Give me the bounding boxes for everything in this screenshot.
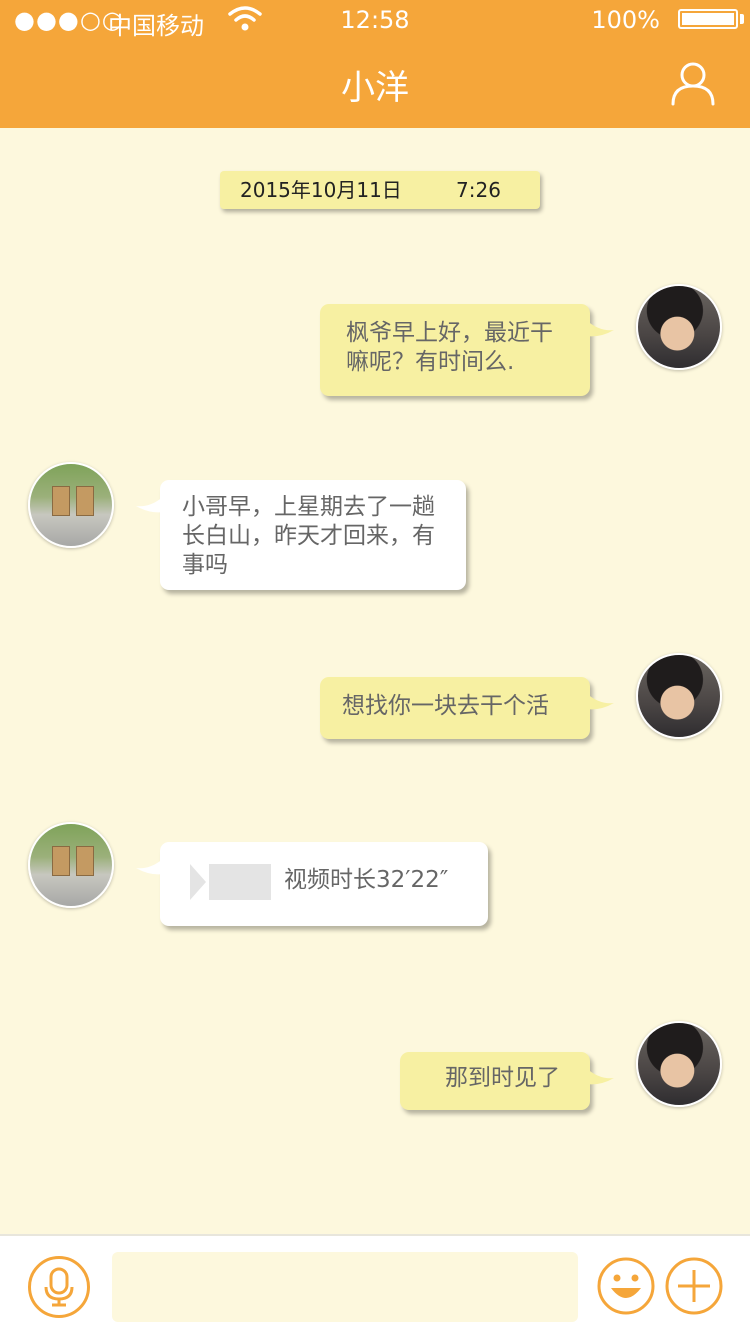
status-bar: ●●●○○ 中国移动 12:58 100% bbox=[0, 0, 750, 40]
message-text: 想找你一块去干个活 bbox=[342, 693, 549, 719]
time-text: 7:26 bbox=[456, 178, 501, 202]
page-title: 小洋 bbox=[341, 68, 409, 108]
input-bar bbox=[0, 1234, 750, 1334]
battery-cap bbox=[740, 14, 744, 24]
message-text: 事吗 bbox=[182, 552, 228, 578]
date-stamp: 2015年10月11日 7:26 bbox=[220, 171, 540, 209]
bubble-tail bbox=[586, 1068, 614, 1085]
my-avatar[interactable] bbox=[636, 653, 722, 739]
message-bubble-mine[interactable]: 想找你一块去干个活 bbox=[320, 677, 614, 739]
video-duration: 视频时长32′22″ bbox=[284, 867, 449, 893]
person-icon[interactable] bbox=[670, 60, 716, 106]
bubble-tail bbox=[586, 693, 614, 710]
video-message-bubble[interactable]: 视频时长32′22″ bbox=[136, 842, 488, 926]
message-bubble-friend[interactable]: 小哥早，上星期去了一趟 长白山，昨天才回来，有 事吗 bbox=[136, 480, 466, 590]
message-bubble-mine[interactable]: 枫爷早上好，最近干 嘛呢？有时间么. bbox=[320, 304, 614, 396]
message-text: 那到时见了 bbox=[445, 1065, 560, 1091]
message-input[interactable] bbox=[112, 1252, 578, 1322]
message-bubble-mine[interactable]: 那到时见了 bbox=[400, 1052, 614, 1110]
my-avatar[interactable] bbox=[636, 284, 722, 370]
battery-icon bbox=[678, 9, 738, 29]
friend-avatar[interactable] bbox=[28, 462, 114, 548]
bubble-tail bbox=[586, 320, 614, 337]
nav-header: ●●●○○ 中国移动 12:58 100% 小洋 bbox=[0, 0, 750, 128]
battery-percent: 100% bbox=[591, 6, 660, 34]
friend-avatar[interactable] bbox=[28, 822, 114, 908]
message-text: 长白山，昨天才回来，有 bbox=[182, 523, 435, 549]
date-text: 2015年10月11日 bbox=[240, 178, 402, 202]
my-avatar[interactable] bbox=[636, 1021, 722, 1107]
plus-icon[interactable] bbox=[664, 1256, 724, 1316]
video-play-icon[interactable] bbox=[190, 864, 272, 900]
message-text: 小哥早，上星期去了一趟 bbox=[182, 494, 435, 520]
smiley-icon[interactable] bbox=[596, 1256, 656, 1316]
microphone-icon bbox=[44, 1267, 74, 1307]
bubble-tail bbox=[136, 858, 164, 875]
bubble-tail bbox=[136, 496, 164, 513]
message-text: 嘛呢？有时间么. bbox=[346, 349, 515, 375]
message-text: 枫爷早上好，最近干 bbox=[346, 320, 553, 346]
voice-button[interactable] bbox=[28, 1256, 90, 1318]
